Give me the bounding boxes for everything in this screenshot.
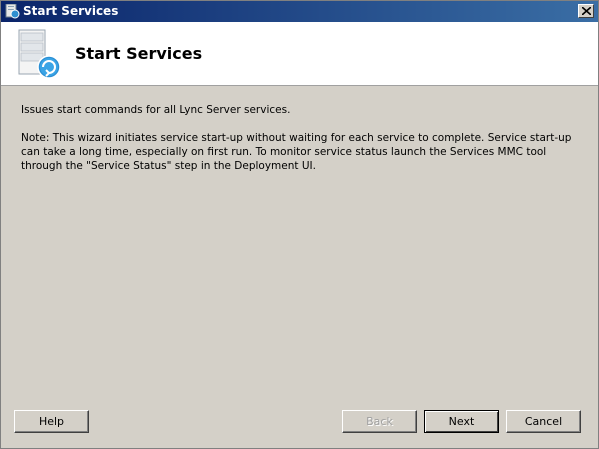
window-title: Start Services [23,4,119,18]
description-text: Issues start commands for all Lync Serve… [21,104,291,116]
wizard-header: Start Services [1,22,598,86]
server-start-icon [18,29,61,79]
window-app-icon [5,4,20,19]
wizard-content: Issues start commands for all Lync Serve… [21,103,586,187]
start-services-dialog: Start Services Start Services Issues sta… [0,0,599,449]
page-title: Start Services [75,44,203,63]
help-button[interactable]: Help [14,410,89,433]
title-bar[interactable]: Start Services [1,1,598,22]
note-text: Note: This wizard initiates service star… [21,132,572,172]
close-icon [582,7,591,15]
cancel-button[interactable]: Cancel [506,410,581,433]
close-button[interactable] [578,4,594,18]
next-button[interactable]: Next [424,410,499,433]
back-button[interactable]: Back [342,410,417,433]
